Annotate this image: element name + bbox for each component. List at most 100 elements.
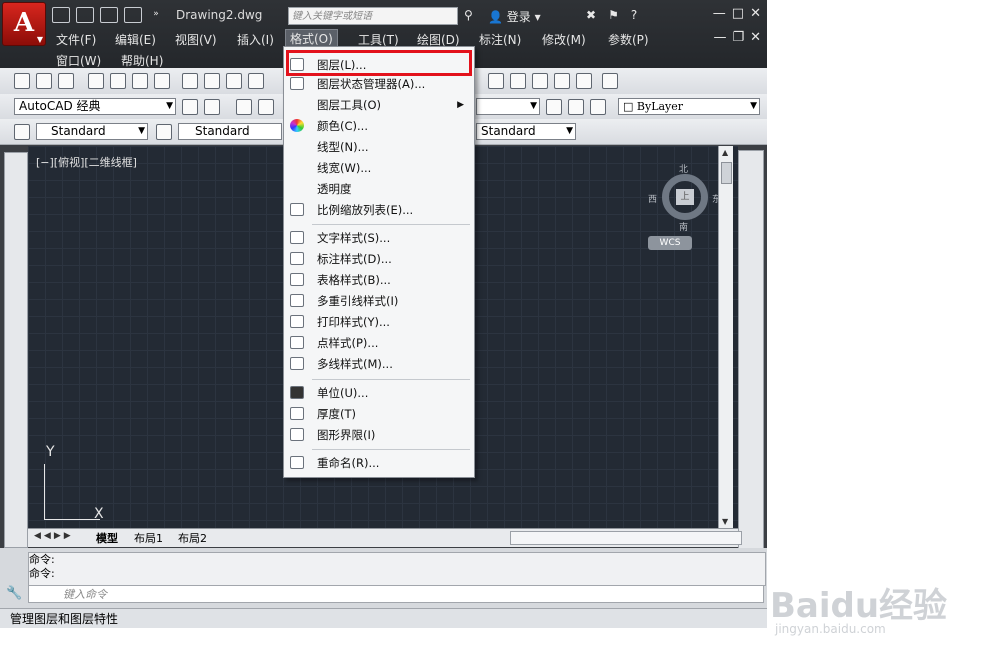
menu-item-plot-style[interactable]: 打印样式(Y)... [284, 312, 474, 332]
workspace-settings-icon[interactable] [182, 99, 198, 115]
text-style-icon[interactable] [14, 124, 30, 140]
minimize-icon[interactable]: — [713, 6, 726, 21]
lightbulb-icon[interactable] [258, 99, 274, 115]
layer-properties-icon[interactable] [236, 99, 252, 115]
menu-item-rename[interactable]: 重命名(R)... [284, 453, 474, 473]
chevron-down-icon: ▼ [530, 101, 537, 111]
wcs-menu[interactable]: WCS [648, 236, 692, 250]
table-style-value: Standard [481, 124, 536, 138]
publish-icon[interactable] [132, 73, 148, 89]
menu-item-layer-state[interactable]: 图层状态管理器(A)... [284, 74, 474, 94]
color-select[interactable]: □ ByLayer ▼ [618, 98, 760, 115]
menu-window[interactable]: 窗口(W) [56, 52, 101, 69]
search-input[interactable]: 键入关键字或短语 [288, 7, 458, 25]
menu-insert[interactable]: 插入(I) [237, 31, 274, 48]
wrench-icon[interactable]: 🔧 [6, 586, 22, 601]
menu-item-scale-list[interactable]: 比例缩放列表(E)... [284, 200, 474, 220]
match-properties-icon[interactable] [248, 73, 264, 89]
menu-dimension[interactable]: 标注(N) [479, 31, 521, 48]
open-icon[interactable] [36, 73, 52, 89]
save-as-icon[interactable] [124, 7, 142, 23]
application-menu-button[interactable]: A ▼ [2, 2, 46, 46]
open-file-icon[interactable] [76, 7, 94, 23]
copy-icon[interactable] [204, 73, 220, 89]
cut-icon[interactable] [182, 73, 198, 89]
menu-item-units[interactable]: 单位(U)... [284, 383, 474, 403]
markup-icon[interactable] [576, 73, 592, 89]
menu-item-lineweight[interactable]: 线宽(W)... [284, 158, 474, 178]
menu-item-color[interactable]: 颜色(C)... [284, 116, 474, 136]
design-center-icon[interactable] [510, 73, 526, 89]
menu-parameter[interactable]: 参数(P) [608, 31, 649, 48]
menu-item-linetype[interactable]: 线型(N)... [284, 137, 474, 157]
vertical-scrollbar[interactable]: ▲ ▼ [718, 146, 733, 528]
exchange-icon[interactable]: ✖ [586, 8, 596, 22]
3d-print-icon[interactable] [154, 73, 170, 89]
doc-restore-icon[interactable]: ❐ [732, 30, 744, 45]
tab-layout2[interactable]: 布局2 [178, 530, 207, 546]
dim-style-select[interactable]: Standard [178, 123, 282, 140]
make-current-icon[interactable] [546, 99, 562, 115]
horizontal-scrollbar[interactable] [510, 531, 742, 545]
save-toolbar-icon[interactable] [58, 73, 74, 89]
menu-item-label: 图形界限(I) [317, 428, 376, 442]
doc-close-icon[interactable]: ✕ [750, 30, 761, 45]
command-input[interactable]: 键入命令 [28, 585, 764, 603]
menu-item-thickness[interactable]: 厚度(T) [284, 404, 474, 424]
gear-icon[interactable] [204, 99, 220, 115]
binoculars-icon[interactable]: ⚲ [464, 8, 473, 22]
menu-file[interactable]: 文件(F) [56, 31, 96, 48]
menu-item-label: 单位(U)... [317, 386, 369, 400]
text-style-value: Standard [51, 124, 106, 138]
menu-item-mleader-style[interactable]: 多重引线样式(I) [284, 291, 474, 311]
workspace-select[interactable]: AutoCAD 经典 ▼ [14, 98, 176, 115]
tab-layout1[interactable]: 布局1 [134, 530, 163, 546]
dim-style-icon[interactable] [156, 124, 172, 140]
thickness-icon [290, 407, 304, 420]
menu-modify[interactable]: 修改(M) [542, 31, 586, 48]
layer-select[interactable]: ▼ [476, 98, 540, 115]
print-preview-icon[interactable] [110, 73, 126, 89]
doc-minimize-icon[interactable]: — [713, 30, 726, 45]
new-icon[interactable] [14, 73, 30, 89]
sheet-set-icon[interactable] [554, 73, 570, 89]
user-icon: 👤 [488, 10, 503, 24]
community-icon[interactable]: ⚑ [608, 8, 619, 22]
layer-states-icon[interactable] [590, 99, 606, 115]
menu-item-transparency[interactable]: 透明度 [284, 179, 474, 199]
menu-item-table-style[interactable]: 表格样式(B)... [284, 270, 474, 290]
tab-model[interactable]: 模型 [96, 530, 118, 546]
menu-item-mline-style[interactable]: 多线样式(M)... [284, 354, 474, 374]
tab-nav-arrows[interactable]: ◀◀▶▶ [34, 531, 74, 541]
scroll-down-icon[interactable]: ▼ [722, 517, 728, 526]
menu-item-label: 比例缩放列表(E)... [317, 203, 414, 217]
help-toolbar-icon[interactable] [602, 73, 618, 89]
new-file-icon[interactable] [52, 7, 70, 23]
menu-item-text-style[interactable]: 文字样式(S)... [284, 228, 474, 248]
tool-palettes-icon[interactable] [532, 73, 548, 89]
scroll-up-icon[interactable]: ▲ [722, 148, 728, 157]
more-icon[interactable]: » [148, 7, 164, 21]
menu-item-limits[interactable]: 图形界限(I) [284, 425, 474, 445]
save-icon[interactable] [100, 7, 118, 23]
paste-icon[interactable] [226, 73, 242, 89]
print-icon[interactable] [88, 73, 104, 89]
properties-icon[interactable] [488, 73, 504, 89]
compass-west: 西 [648, 195, 658, 205]
menu-item-layer-tools[interactable]: 图层工具(O) ▶ [284, 95, 474, 115]
text-style-select[interactable]: Standard ▼ [36, 123, 148, 140]
menu-edit[interactable]: 编辑(E) [115, 31, 156, 48]
login-button[interactable]: 👤 登录 ▾ [488, 8, 541, 25]
help-icon[interactable]: ? [631, 8, 637, 22]
scroll-thumb[interactable] [721, 162, 732, 184]
maximize-icon[interactable]: □ [732, 6, 744, 21]
menu-item-dim-style[interactable]: 标注样式(D)... [284, 249, 474, 269]
viewcube-top[interactable]: 上 [676, 189, 694, 205]
menu-item-point-style[interactable]: 点样式(P)... [284, 333, 474, 353]
menu-view[interactable]: 视图(V) [175, 31, 217, 48]
layer-previous-icon[interactable] [568, 99, 584, 115]
viewport-controls[interactable]: [−][俯视][二维线框] [36, 154, 137, 170]
close-icon[interactable]: ✕ [750, 6, 761, 21]
table-style-select[interactable]: Standard ▼ [476, 123, 576, 140]
menu-help[interactable]: 帮助(H) [121, 52, 163, 69]
